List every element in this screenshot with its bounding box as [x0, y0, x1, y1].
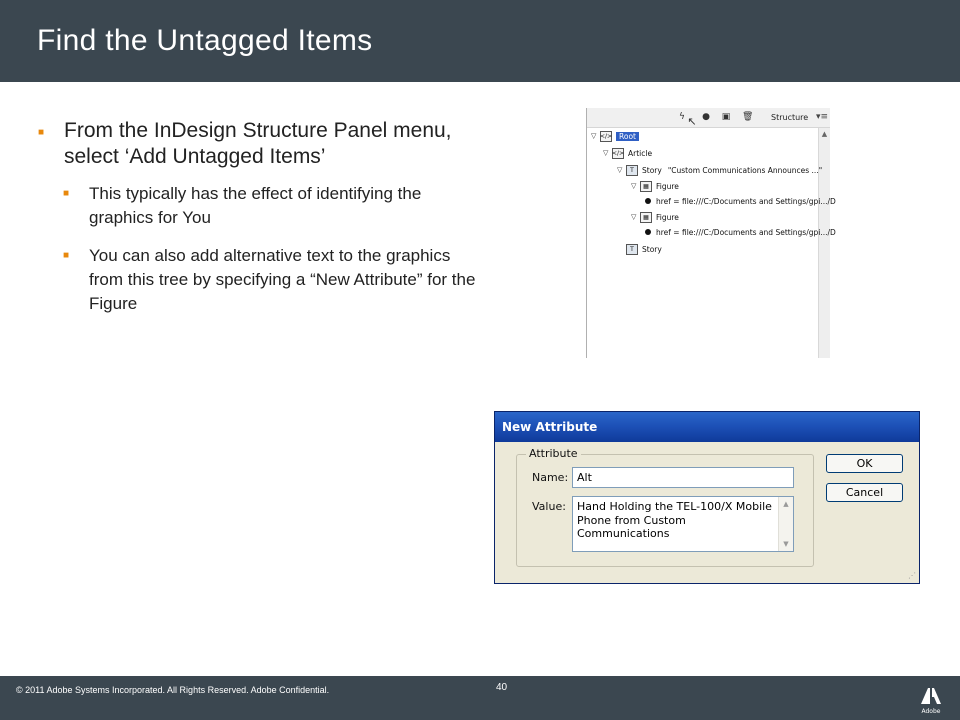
expand-triangle-icon[interactable]: ▽	[631, 182, 640, 190]
dialog-title: New Attribute	[502, 420, 598, 434]
structure-toolbar: ϟ ↖ ● ▣ 🗑 Structure ▾≡	[587, 108, 830, 128]
dialog-title-bar[interactable]: New Attribute	[495, 412, 919, 442]
cancel-button[interactable]: Cancel	[826, 483, 903, 502]
tree-story-snippet: "Custom Communications Announces ..."	[667, 165, 823, 175]
bullet-marker-icon: ■	[38, 127, 45, 138]
slide-header: Find the Untagged Items	[0, 0, 960, 82]
bullet-marker-icon: ■	[63, 188, 70, 199]
value-textarea[interactable]: Hand Holding the TEL-100/X Mobile Phone …	[572, 496, 794, 552]
tree-row-attribute[interactable]: href = file:///C:/Documents and Settings…	[645, 225, 836, 239]
expand-triangle-icon[interactable]: ▽	[591, 132, 600, 140]
tree-row-article[interactable]: ▽ </> Article	[603, 146, 652, 160]
element-tag-icon: </>	[611, 147, 625, 159]
tree-label-story: Story	[642, 244, 662, 254]
expand-triangle-icon[interactable]: ▽	[603, 149, 612, 157]
panel-menu-icon[interactable]: ▾≡	[816, 112, 828, 122]
figure-icon: ▦	[640, 180, 652, 192]
tree-label-story: Story	[642, 165, 662, 175]
slide-footer: © 2011 Adobe Systems Incorporated. All R…	[0, 676, 960, 720]
value-label: Value:	[532, 500, 566, 513]
bullet-sub-2-text: You can also add alternative text to the…	[89, 246, 476, 313]
trash-icon[interactable]: 🗑	[742, 112, 753, 122]
name-label: Name:	[532, 471, 569, 484]
tree-row-story[interactable]: T Story	[626, 242, 662, 256]
adobe-logo-icon: Adobe	[917, 684, 945, 716]
structure-panel: ϟ ↖ ● ▣ 🗑 Structure ▾≡ ▲ ▽ </> Root ▽ </…	[586, 108, 836, 358]
new-element-icon[interactable]: ▣	[721, 112, 731, 122]
structure-tab[interactable]: Structure	[771, 113, 808, 122]
name-input[interactable]: Alt	[572, 467, 794, 488]
attribute-dot-icon	[645, 198, 651, 204]
tree-row-figure[interactable]: ▽ ▦ Figure	[631, 179, 679, 193]
tree-label-root: Root	[616, 131, 639, 141]
story-icon: T	[626, 243, 638, 255]
element-tag-icon: </>	[599, 130, 613, 142]
scroll-up-icon[interactable]: ▲	[820, 130, 829, 139]
tree-label-figure: Figure	[656, 212, 679, 222]
tree-label-href: href = file:///C:/Documents and Settings…	[656, 196, 836, 206]
bullet-list: ■ From the InDesign Structure Panel menu…	[38, 118, 478, 330]
ok-button[interactable]: OK	[826, 454, 903, 473]
value-scrollbar[interactable]: ▲ ▼	[778, 497, 793, 551]
scroll-up-icon[interactable]: ▲	[781, 499, 791, 509]
expand-triangle-icon[interactable]: ▽	[617, 166, 626, 174]
new-attribute-dialog: New Attribute Attribute Name: Alt Value:…	[494, 411, 920, 584]
tree-row-story[interactable]: ▽ T Story "Custom Communications Announc…	[617, 163, 822, 177]
attribute-group-label: Attribute	[526, 447, 581, 460]
tree-label-href: href = file:///C:/Documents and Settings…	[656, 227, 836, 237]
tree-row-figure[interactable]: ▽ ▦ Figure	[631, 210, 679, 224]
scroll-down-icon[interactable]: ▼	[781, 539, 791, 549]
bullet-main-text: From the InDesign Structure Panel menu, …	[64, 119, 452, 168]
lightning-icon[interactable]: ϟ	[677, 112, 687, 122]
attribute-dot-icon	[645, 229, 651, 235]
bullet-main: ■ From the InDesign Structure Panel menu…	[38, 118, 478, 170]
tree-row-root[interactable]: ▽ </> Root	[591, 129, 639, 143]
bullet-marker-icon: ■	[63, 250, 70, 261]
story-icon: T	[626, 164, 638, 176]
value-text: Hand Holding the TEL-100/X Mobile Phone …	[577, 500, 772, 540]
bullet-sub-2: ■ You can also add alternative text to t…	[63, 244, 478, 316]
logo-wordmark: Adobe	[922, 708, 941, 715]
tree-label-article: Article	[628, 148, 653, 158]
figure-icon: ▦	[640, 211, 652, 223]
tree-label-figure: Figure	[656, 181, 679, 191]
tree-row-attribute[interactable]: href = file:///C:/Documents and Settings…	[645, 194, 836, 208]
resize-grip-icon[interactable]: ⋰	[908, 571, 916, 580]
bullet-sub-1: ■ This typically has the effect of ident…	[63, 182, 478, 230]
cursor-arrow-icon: ↖	[687, 115, 697, 128]
bullet-sub-1-text: This typically has the effect of identif…	[89, 184, 422, 227]
attribute-dot-icon[interactable]: ●	[701, 112, 711, 122]
page-number: 40	[496, 682, 508, 693]
slide-title: Find the Untagged Items	[37, 24, 373, 57]
expand-triangle-icon[interactable]: ▽	[631, 213, 640, 221]
copyright-text: © 2011 Adobe Systems Incorporated. All R…	[16, 685, 330, 695]
